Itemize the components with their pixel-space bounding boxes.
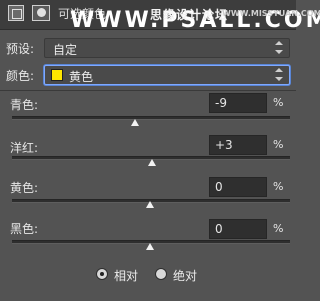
yellow-unit: % [273, 180, 284, 193]
black-input[interactable]: 0 [209, 219, 267, 239]
cyan-value: -9 [215, 96, 227, 110]
updown-arrows-icon [275, 68, 283, 82]
preset-value: 自定 [53, 43, 78, 57]
magenta-label: 洋红: [10, 141, 39, 155]
color-select[interactable]: 黄色 [44, 65, 290, 85]
cyan-unit: % [273, 96, 284, 109]
absolute-label[interactable]: 绝对 [173, 267, 197, 284]
yellow-value: 0 [215, 180, 223, 194]
relative-label[interactable]: 相对 [114, 267, 138, 284]
black-unit: % [273, 222, 284, 235]
black-label: 黑色: [10, 222, 39, 236]
watermark-url: WWW.MISSYUAN.COM [222, 9, 320, 18]
color-swatch [51, 69, 63, 81]
cyan-slider-thumb[interactable] [131, 119, 139, 126]
cyan-label: 青色: [10, 98, 39, 112]
watermark-text: 思缘设计论坛 [150, 8, 229, 22]
divider [0, 90, 296, 91]
absolute-radio[interactable] [155, 268, 167, 280]
black-slider-thumb[interactable] [146, 243, 154, 250]
updown-arrows-icon [275, 41, 283, 55]
preset-select[interactable]: 自定 [44, 38, 290, 58]
adjustment-layer-icon[interactable] [8, 5, 24, 21]
panel-header: 可选颜色 WWW.PSALL.COM 思缘设计论坛 WWW.MISSYUAN.C… [0, 0, 320, 33]
yellow-slider-thumb[interactable] [146, 201, 154, 208]
color-value: 黄色 [69, 70, 94, 84]
magenta-unit: % [273, 138, 284, 151]
yellow-label: 黄色: [10, 181, 39, 195]
magenta-slider-thumb[interactable] [148, 159, 156, 166]
black-value: 0 [215, 222, 223, 236]
cyan-slider-track[interactable] [12, 116, 290, 120]
relative-radio[interactable] [96, 268, 108, 280]
preset-label: 预设: [6, 42, 35, 56]
cyan-input[interactable]: -9 [209, 93, 267, 113]
magenta-input[interactable]: +3 [209, 135, 267, 155]
layer-mask-icon[interactable] [32, 5, 50, 21]
color-label: 颜色: [6, 69, 35, 83]
magenta-value: +3 [215, 138, 233, 152]
yellow-input[interactable]: 0 [209, 177, 267, 197]
